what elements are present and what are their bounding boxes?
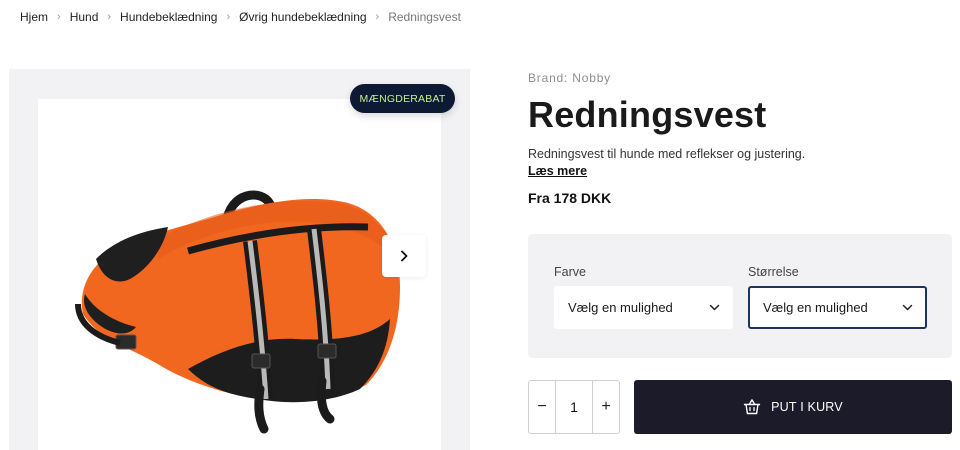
product-brand: Brand: Nobby <box>528 71 611 85</box>
quantity-stepper: − 1 + <box>528 380 620 434</box>
chevron-right-icon: › <box>57 11 61 23</box>
volume-discount-badge: MÆNGDERABAT <box>350 84 455 113</box>
breadcrumb-current: Redningsvest <box>388 10 461 24</box>
variant-options: Farve Vælg en mulighed Størrelse Vælg en… <box>528 234 952 358</box>
chevron-down-icon <box>709 304 720 311</box>
chevron-right-icon: › <box>226 11 231 23</box>
chevron-right-icon <box>401 250 408 262</box>
size-select[interactable]: Vælg en mulighed <box>748 286 927 329</box>
breadcrumb-dog-clothing[interactable]: Hundebeklædning <box>120 10 217 24</box>
chevron-down-icon <box>902 304 913 311</box>
chevron-right-icon: › <box>375 11 380 23</box>
size-select-value: Vælg en mulighed <box>763 300 868 315</box>
quantity-increase-button[interactable]: + <box>593 381 619 433</box>
product-image[interactable] <box>38 99 441 450</box>
basket-icon <box>743 398 761 416</box>
product-gallery: MÆNGDERABAT <box>9 69 470 450</box>
breadcrumb: Hjem › Hund › Hundebeklædning › Øvrig hu… <box>20 10 461 24</box>
life-vest-image <box>75 190 400 434</box>
add-to-cart-label: PUT I KURV <box>771 400 843 414</box>
product-price: Fra 178 DKK <box>528 190 612 206</box>
size-label: Størrelse <box>748 265 799 279</box>
quantity-value[interactable]: 1 <box>555 381 593 433</box>
breadcrumb-dog[interactable]: Hund <box>70 10 99 24</box>
color-select[interactable]: Vælg en mulighed <box>554 286 733 329</box>
color-select-value: Vælg en mulighed <box>568 300 673 315</box>
product-description: Redningsvest til hunde med reflekser og … <box>528 147 806 161</box>
quantity-decrease-button[interactable]: − <box>529 381 555 433</box>
gallery-next-button[interactable] <box>382 235 426 277</box>
read-more-link[interactable]: Læs mere <box>528 164 587 178</box>
color-label: Farve <box>554 265 586 279</box>
chevron-right-icon: › <box>107 11 112 23</box>
breadcrumb-other-dog-clothing[interactable]: Øvrig hundebeklædning <box>239 10 366 24</box>
breadcrumb-home[interactable]: Hjem <box>20 10 48 24</box>
page-title: Redningsvest <box>528 94 767 135</box>
add-to-cart-button[interactable]: PUT I KURV <box>634 380 952 434</box>
